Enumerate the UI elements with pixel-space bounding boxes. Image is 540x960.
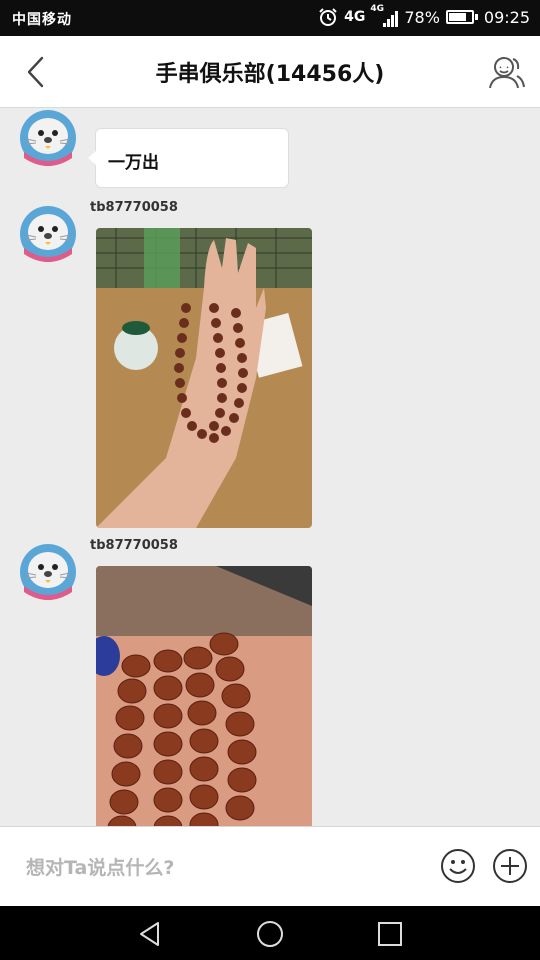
battery-fill bbox=[448, 13, 467, 21]
message-text: 一万出 bbox=[108, 153, 159, 173]
message-input[interactable]: 想对Ta说点什么? bbox=[26, 853, 174, 880]
signal-icon: 4G bbox=[370, 4, 399, 27]
message-bubble[interactable]: 一万出 bbox=[88, 128, 289, 188]
alarm-icon bbox=[319, 8, 337, 26]
battery-percent: 78% bbox=[404, 7, 440, 27]
group-members-icon[interactable] bbox=[486, 52, 526, 92]
page-title: 手串俱乐部(14456人) bbox=[155, 62, 385, 87]
system-navigation-bar bbox=[0, 906, 540, 960]
status-icons: 4G 4G 78% 09:25 bbox=[318, 4, 530, 27]
home-circle-icon[interactable] bbox=[255, 919, 285, 949]
back-triangle-icon[interactable] bbox=[135, 919, 165, 949]
sender-name: tb87770058 bbox=[90, 538, 178, 553]
network-type-2: 4G bbox=[370, 4, 384, 14]
necklace-photo[interactable] bbox=[96, 228, 312, 528]
bracelet-photo[interactable] bbox=[96, 566, 312, 826]
message-item: tb87770058 bbox=[0, 200, 540, 540]
seal-avatar-icon[interactable] bbox=[18, 108, 78, 168]
seal-avatar-icon[interactable] bbox=[18, 204, 78, 264]
message-input-bar: 想对Ta说点什么? bbox=[0, 826, 540, 906]
chat-header: 手串俱乐部(14456人) bbox=[0, 36, 540, 108]
clock: 09:25 bbox=[483, 7, 530, 27]
network-type-1: 4G bbox=[344, 9, 366, 25]
sender-name: tb87770058 bbox=[90, 200, 178, 215]
smiley-icon[interactable] bbox=[440, 848, 476, 884]
message-item: tb87770058 bbox=[0, 538, 540, 826]
chat-message-list[interactable]: tb87770058 一万出 tb87770058 bbox=[0, 108, 540, 826]
recents-square-icon[interactable] bbox=[375, 919, 405, 949]
carrier-name: 中国移动 bbox=[12, 12, 72, 28]
battery-icon bbox=[445, 10, 478, 24]
status-bar: 中国移动 4G 4G 78% 09:25 bbox=[0, 0, 540, 36]
seal-avatar-icon[interactable] bbox=[18, 542, 78, 602]
plus-circle-icon[interactable] bbox=[492, 848, 528, 884]
message-item: tb87770058 一万出 bbox=[0, 108, 540, 200]
